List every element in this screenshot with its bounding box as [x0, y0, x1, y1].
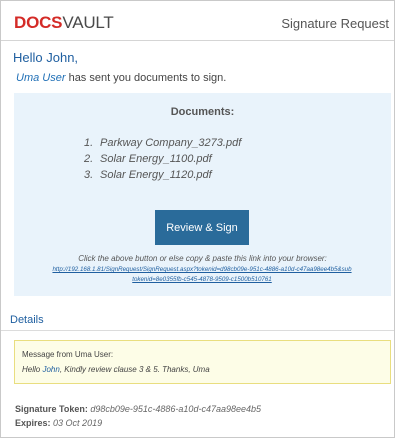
message-from: Message from Uma User: [22, 350, 114, 359]
document-name: Solar Energy_1120.pdf [100, 169, 212, 181]
docsvault-logo: DOCSVAULT [14, 13, 114, 33]
message-prefix: Hello [22, 365, 43, 374]
message-body: , Kindly review clause 3 & 5. Thanks, Um… [59, 365, 210, 374]
details-divider [1, 330, 394, 331]
intro-text: Uma User has sent you documents to sign. [16, 72, 226, 84]
expiry-date: Expires: 03 Oct 2019 [15, 418, 102, 428]
logo-docs-text: DOCS [14, 13, 63, 32]
email-header: DOCSVAULT Signature Request [1, 1, 394, 40]
document-item: 3. Solar Energy_1120.pdf [84, 167, 241, 183]
review-and-sign-button[interactable]: Review & Sign [155, 210, 249, 245]
intro-message: has sent you documents to sign. [65, 72, 227, 84]
copy-link-instruction: Click the above button or else copy & pa… [78, 254, 327, 263]
document-name: Parkway Company_3273.pdf [100, 137, 242, 149]
document-number: 1. [84, 137, 94, 149]
document-item: 2. Solar Energy_1100.pdf [84, 151, 241, 167]
expires-label: Expires: [15, 418, 51, 428]
documents-title: Documents: [170, 106, 235, 118]
logo-vault-text: VAULT [62, 13, 114, 32]
document-item: 1. Parkway Company_3273.pdf [84, 135, 241, 151]
header-divider [1, 40, 394, 41]
greeting: Hello John, [13, 50, 79, 65]
signature-token: Signature Token: d98cb09e-951c-4886-a10d… [15, 404, 261, 414]
token-label: Signature Token: [15, 404, 88, 414]
token-value: d98cb09e-951c-4886-a10d-c47aa98ee4b5 [90, 404, 262, 414]
message-text: Hello John, Kindly review clause 3 & 5. … [22, 365, 210, 374]
header-title: Signature Request [281, 16, 389, 31]
document-name: Solar Energy_1100.pdf [100, 153, 212, 165]
documents-list: 1. Parkway Company_3273.pdf 2. Solar Energ… [84, 135, 241, 183]
document-number: 2. [84, 153, 94, 165]
message-recipient-name: John [42, 365, 60, 374]
documents-panel: Documents: 1. Parkway Company_3273.pdf 2.… [14, 93, 391, 296]
details-heading: Details [10, 314, 44, 326]
sender-name: Uma User [16, 72, 66, 84]
message-box: Message from Uma User: Hello John, Kindl… [14, 340, 391, 384]
sign-request-link[interactable]: http://192.168.1.81/SignRequest/SignRequ… [52, 265, 352, 285]
document-number: 3. [84, 169, 94, 181]
expires-value: 03 Oct 2019 [53, 418, 103, 428]
